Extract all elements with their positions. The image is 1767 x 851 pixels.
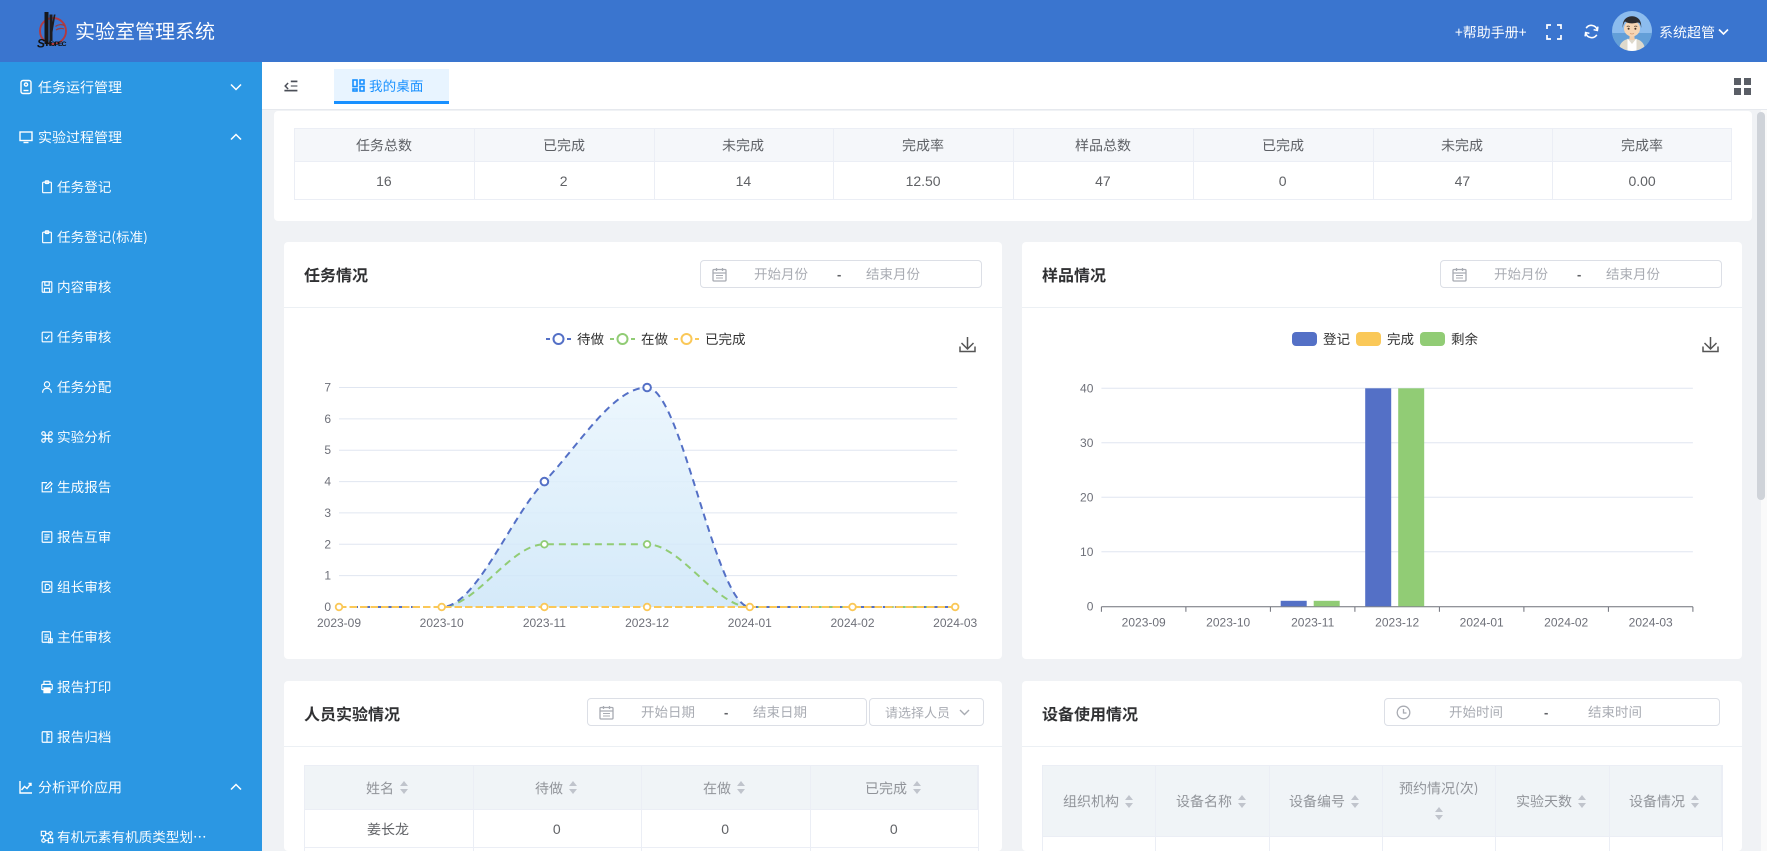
svg-text:10: 10 bbox=[1080, 545, 1094, 559]
svg-text:2: 2 bbox=[324, 537, 331, 551]
svg-text:6: 6 bbox=[324, 412, 331, 426]
svg-text:2024-03: 2024-03 bbox=[933, 616, 977, 630]
svg-text:30: 30 bbox=[1080, 436, 1094, 450]
svg-text:2024-02: 2024-02 bbox=[1544, 615, 1588, 629]
svg-text:5: 5 bbox=[324, 443, 331, 457]
svg-text:1: 1 bbox=[324, 569, 331, 583]
svg-text:0: 0 bbox=[1087, 599, 1094, 613]
svg-text:INOPEC: INOPEC bbox=[46, 41, 67, 48]
svg-text:2023-12: 2023-12 bbox=[625, 616, 669, 630]
svg-text:2024-03: 2024-03 bbox=[1629, 615, 1673, 629]
svg-text:2023-10: 2023-10 bbox=[420, 616, 464, 630]
svg-text:2023-09: 2023-09 bbox=[1122, 615, 1166, 629]
svg-text:2024-01: 2024-01 bbox=[728, 616, 772, 630]
svg-text:3: 3 bbox=[324, 506, 331, 520]
svg-text:2023-10: 2023-10 bbox=[1206, 615, 1250, 629]
svg-text:2023-11: 2023-11 bbox=[1291, 615, 1334, 629]
svg-text:2024-01: 2024-01 bbox=[1460, 615, 1504, 629]
svg-text:0: 0 bbox=[324, 600, 331, 614]
svg-text:40: 40 bbox=[1080, 381, 1094, 395]
svg-text:20: 20 bbox=[1080, 490, 1094, 504]
svg-text:S: S bbox=[37, 37, 45, 50]
svg-text:2024-02: 2024-02 bbox=[830, 616, 874, 630]
svg-text:7: 7 bbox=[324, 381, 331, 395]
svg-text:4: 4 bbox=[324, 475, 331, 489]
svg-text:2023-11: 2023-11 bbox=[523, 616, 566, 630]
svg-text:2023-12: 2023-12 bbox=[1375, 615, 1419, 629]
svg-text:2023-09: 2023-09 bbox=[317, 616, 361, 630]
